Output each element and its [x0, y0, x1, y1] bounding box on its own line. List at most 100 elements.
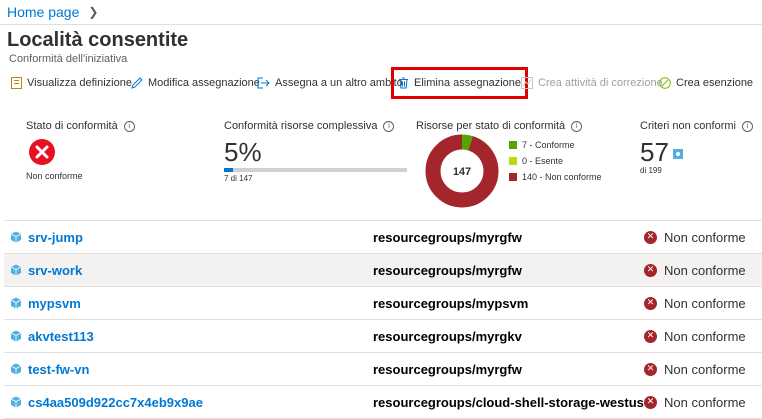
status-text: Non conforme	[664, 262, 746, 278]
legend-item-compliant: 7 - Conforme	[509, 137, 602, 153]
edit-assignment-label: Modifica assegnazione	[148, 77, 260, 89]
status-text: Non conforme	[664, 328, 746, 344]
delete-assignment-label: Elimina assegnazione	[414, 77, 522, 89]
resource-name-link[interactable]: akvtest113	[28, 329, 94, 344]
page-title: Località consentite	[7, 29, 189, 51]
compliance-progress-bar	[224, 168, 407, 172]
vm-cube-icon	[10, 231, 22, 243]
legend-item-exempt: 0 - Esente	[509, 153, 602, 169]
noncompliant-policies-detail: di 199	[640, 166, 662, 175]
compliance-progress-fill	[224, 168, 233, 172]
info-icon[interactable]: i	[741, 120, 753, 132]
resource-name-link[interactable]: srv-jump	[28, 230, 83, 245]
breadcrumb-home-link[interactable]: Home page	[7, 4, 79, 20]
donut-total: 147	[453, 166, 471, 178]
divider	[0, 24, 762, 25]
compliance-state-title: Stato di conformità	[26, 120, 118, 132]
table-row[interactable]: cs4aa509d922cc7x4eb9x9ae resourcegroups/…	[4, 386, 762, 419]
resource-name-link[interactable]: test-fw-vn	[28, 362, 89, 377]
info-icon[interactable]: i	[383, 120, 395, 132]
resource-group: resourcegroups/myrgfw	[373, 262, 522, 278]
view-definition-label: Visualizza definizione	[27, 77, 132, 89]
resource-group: resourcegroups/cloud-shell-storage-westu…	[373, 394, 644, 410]
error-x-icon: ✕	[644, 329, 657, 343]
status-text: Non conforme	[664, 394, 746, 410]
breadcrumb: Home page ❯	[7, 2, 98, 22]
status-cell: ✕ Non conforme	[644, 254, 746, 286]
overall-compliance-detail: 7 di 147	[224, 174, 253, 183]
create-exemption-button[interactable]: Crea esenzione	[659, 70, 753, 96]
overall-compliance-percent: 5%	[224, 137, 262, 167]
table-row[interactable]: srv-work resourcegroups/myrgfw ✕ Non conf…	[4, 254, 762, 287]
command-bar: Visualizza definizione Modifica assegnaz…	[0, 67, 762, 99]
create-remediation-label: Crea attività di correzione	[538, 77, 663, 89]
error-x-icon: ✕	[644, 362, 657, 376]
assign-scope-button[interactable]: Assegna a un altro ambito	[257, 70, 403, 96]
status-text: Non conforme	[664, 295, 746, 311]
resource-group: resourcegroups/mypsvm	[373, 295, 529, 311]
legend-swatch	[509, 157, 517, 165]
resource-group: resourcegroups/myrgfw	[373, 361, 522, 377]
document-icon	[11, 77, 22, 89]
assign-arrow-icon	[257, 77, 270, 89]
table-row[interactable]: srv-jump resourcegroups/myrgfw ✕ Non conf…	[4, 221, 762, 254]
info-icon[interactable]: i	[123, 120, 135, 132]
compliance-state-value: Non conforme	[26, 171, 83, 181]
status-cell: ✕ Non conforme	[644, 353, 746, 385]
legend-label: 7 - Conforme	[522, 140, 575, 150]
chevron-right-icon: ❯	[88, 5, 99, 19]
create-exemption-label: Crea esenzione	[676, 77, 754, 89]
noncompliant-policies-card: Criteri non conformi i 57 di 199	[640, 120, 753, 175]
status-text: Non conforme	[664, 229, 746, 245]
resource-name-link[interactable]: cs4aa509d922cc7x4eb9x9ae	[28, 395, 203, 410]
exemption-icon	[659, 77, 671, 89]
error-x-icon	[29, 139, 55, 165]
legend-swatch	[509, 173, 517, 181]
info-icon[interactable]: i	[571, 120, 583, 132]
view-definition-button[interactable]: Visualizza definizione	[11, 70, 132, 96]
storage-cube-icon	[10, 396, 22, 408]
error-x-icon: ✕	[644, 263, 657, 277]
status-cell: ✕ Non conforme	[644, 287, 746, 319]
legend-label: 0 - Esente	[522, 156, 564, 166]
status-cell: ✕ Non conforme	[644, 386, 746, 418]
resource-list: srv-jump resourcegroups/myrgfw ✕ Non conf…	[4, 221, 762, 419]
overall-compliance-card: Conformità risorse complessiva i 5% 7 di…	[224, 120, 407, 183]
table-row[interactable]: test-fw-vn resourcegroups/myrgfw ✕ Non co…	[4, 353, 762, 386]
page-subtitle: Conformità dell'iniziativa	[9, 53, 128, 65]
assign-scope-label: Assegna a un altro ambito	[275, 77, 403, 89]
policy-icon	[672, 149, 683, 159]
noncompliant-policies-value: 57	[640, 137, 669, 167]
error-x-icon: ✕	[644, 296, 657, 310]
vm-cube-icon	[10, 330, 22, 342]
donut-legend: 7 - Conforme 0 - Esente 140 - Non confor…	[509, 137, 602, 185]
legend-swatch	[509, 141, 517, 149]
vm-cube-icon	[10, 363, 22, 375]
compliance-donut-chart: 147	[425, 134, 499, 208]
error-x-icon: ✕	[644, 230, 657, 244]
resource-group: resourcegroups/myrgkv	[373, 328, 522, 344]
resources-by-state-card: Risorse per stato di conformità i	[416, 120, 583, 132]
table-row[interactable]: mypsvm resourcegroups/mypsvm ✕ Non confor…	[4, 287, 762, 320]
resource-name-link[interactable]: mypsvm	[28, 296, 81, 311]
resource-group: resourcegroups/myrgfw	[373, 229, 522, 245]
noncompliant-policies-title: Criteri non conformi	[640, 120, 736, 132]
trash-icon	[399, 77, 408, 89]
compliance-state-card: Stato di conformità i Non conforme	[26, 120, 135, 181]
resources-by-state-title: Risorse per stato di conformità	[416, 120, 566, 132]
status-cell: ✕ Non conforme	[644, 221, 746, 253]
remediation-icon	[521, 77, 533, 89]
create-remediation-button[interactable]: Crea attività di correzione	[521, 70, 663, 96]
error-x-icon: ✕	[644, 395, 657, 409]
resource-name-link[interactable]: srv-work	[28, 263, 82, 278]
edit-assignment-button[interactable]: Modifica assegnazione	[131, 70, 260, 96]
table-row[interactable]: akvtest113 resourcegroups/myrgkv ✕ Non co…	[4, 320, 762, 353]
status-cell: ✕ Non conforme	[644, 320, 746, 352]
vm-cube-icon	[10, 297, 22, 309]
pencil-icon	[131, 77, 143, 89]
overall-compliance-title: Conformità risorse complessiva	[224, 120, 378, 132]
status-text: Non conforme	[664, 361, 746, 377]
delete-assignment-button[interactable]: Elimina assegnazione	[390, 67, 529, 99]
vm-cube-icon	[10, 264, 22, 276]
legend-item-noncompliant: 140 - Non conforme	[509, 169, 602, 185]
